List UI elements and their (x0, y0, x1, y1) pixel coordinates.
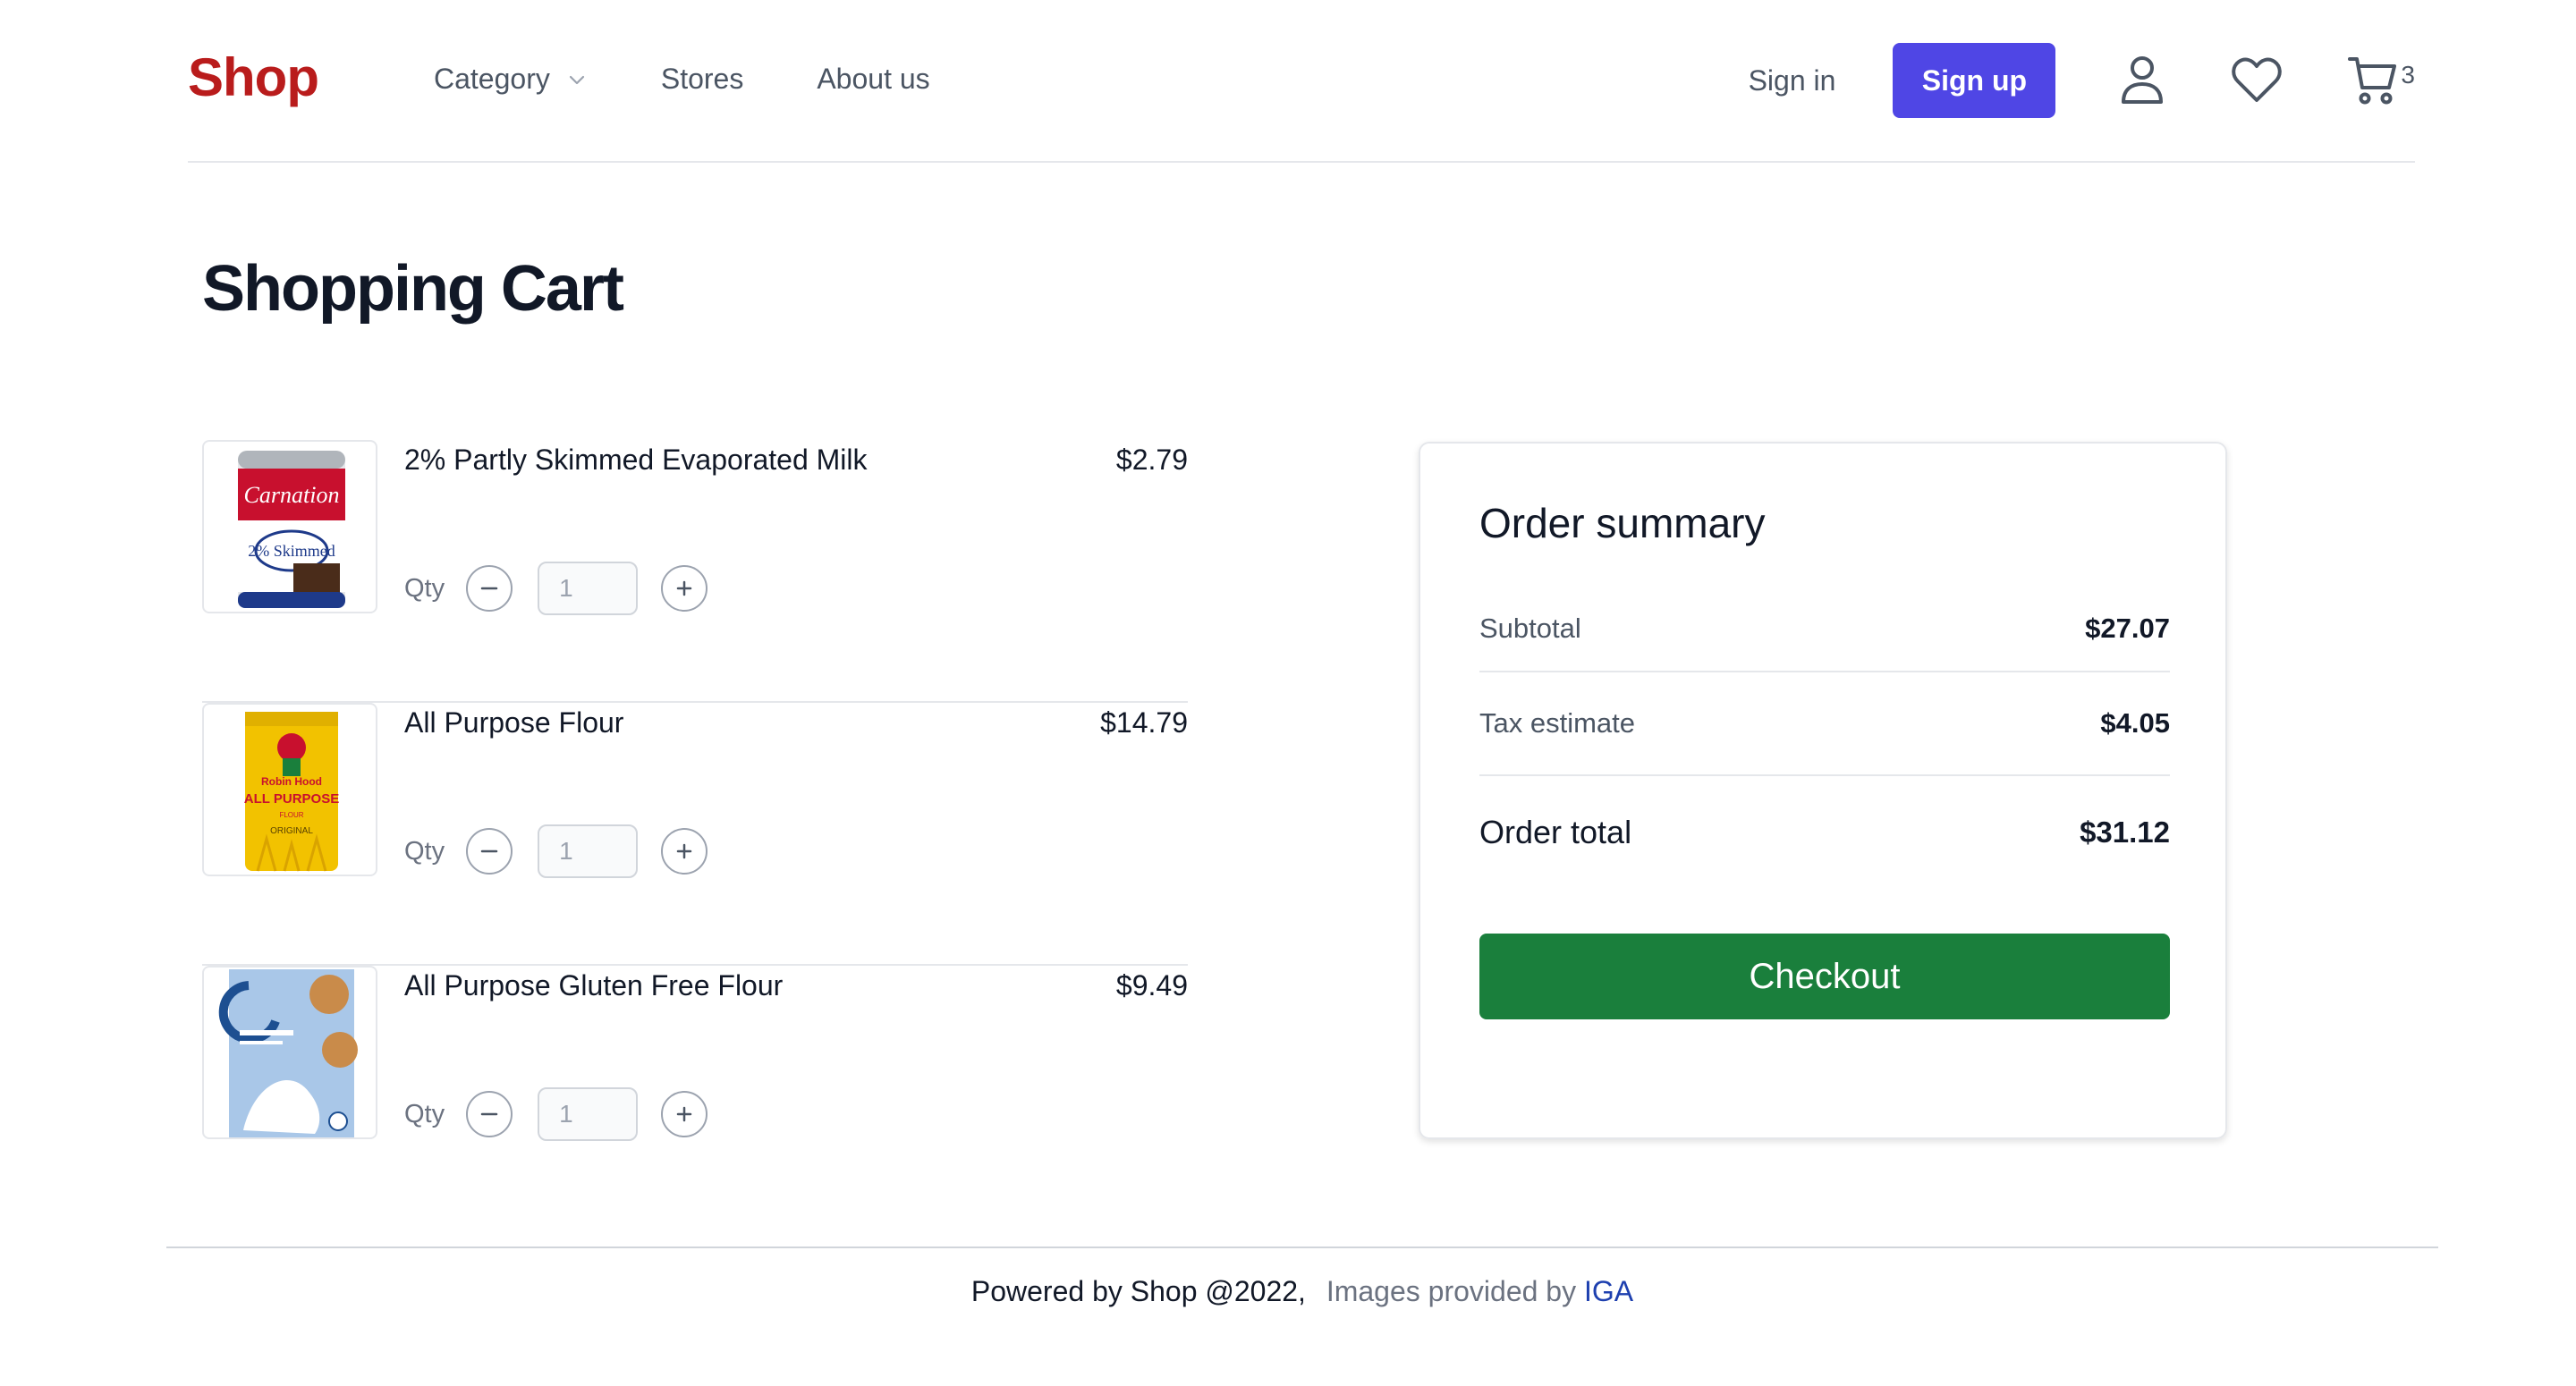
tax-value: $4.05 (2100, 707, 2170, 739)
header-actions: Sign in Sign up 3 (1749, 43, 2415, 118)
order-summary-panel: Order summary Subtotal $27.07 Tax estima… (1419, 442, 2227, 1139)
nav-about-link[interactable]: About us (817, 63, 929, 96)
order-total-row: Order total $31.12 (1479, 776, 2170, 889)
decrease-qty-button[interactable] (466, 828, 513, 875)
item-name[interactable]: All Purpose Gluten Free Flour (404, 969, 783, 1002)
cart-button[interactable]: 3 (2347, 54, 2415, 107)
svg-text:ALL PURPOSE: ALL PURPOSE (244, 791, 339, 807)
order-total-value: $31.12 (2080, 816, 2170, 849)
footer-iga-link[interactable]: IGA (1584, 1275, 1633, 1307)
wishlist-button[interactable] (2231, 57, 2283, 104)
qty-label: Qty (404, 1099, 445, 1128)
cart-item: Robin Hood ALL PURPOSE FLOUR ORIGINAL Al… (202, 703, 1188, 966)
minus-icon (480, 1112, 498, 1116)
increase-qty-button[interactable] (661, 1091, 708, 1137)
subtotal-value: $27.07 (2085, 613, 2170, 644)
minus-icon (480, 849, 498, 853)
nav-stores-link[interactable]: Stores (661, 63, 743, 96)
site-footer: Powered by Shop @2022, Images provided b… (166, 1247, 2438, 1381)
cart-item: All Purpose Gluten Free Flour $9.49 Qty (202, 966, 1188, 1229)
footer-text: Powered by Shop @2022, Images provided b… (166, 1275, 2438, 1308)
item-price: $14.79 (1100, 706, 1188, 739)
svg-text:FLOUR: FLOUR (279, 811, 303, 819)
increase-qty-button[interactable] (661, 828, 708, 875)
quantity-stepper: Qty (404, 562, 708, 615)
product-image-all-purpose-flour[interactable]: Robin Hood ALL PURPOSE FLOUR ORIGINAL (202, 703, 377, 876)
product-image-gluten-free-flour[interactable] (202, 966, 377, 1139)
quantity-stepper: Qty (404, 1087, 708, 1141)
chevron-down-icon (569, 75, 584, 84)
cart-icon (2348, 57, 2397, 105)
signin-link[interactable]: Sign in (1749, 64, 1836, 97)
account-button[interactable] (2118, 54, 2166, 107)
plus-icon (676, 1106, 692, 1122)
decrease-qty-button[interactable] (466, 1091, 513, 1137)
heart-icon (2232, 57, 2283, 102)
quantity-input[interactable] (538, 824, 639, 878)
quantity-input[interactable] (538, 1087, 639, 1141)
plus-icon (676, 843, 692, 859)
footer-images-credit: Images provided by (1326, 1275, 1577, 1307)
main-nav: Category Stores About us (434, 63, 1004, 96)
quantity-stepper: Qty (404, 824, 708, 878)
svg-text:Robin Hood: Robin Hood (261, 775, 322, 788)
tax-label: Tax estimate (1479, 707, 1636, 739)
footer-powered-by: Powered by Shop @2022, (970, 1275, 1306, 1307)
plus-icon (676, 580, 692, 596)
minus-icon (480, 587, 498, 590)
order-total-label: Order total (1479, 814, 1632, 850)
order-summary-title: Order summary (1479, 500, 1766, 546)
product-image-evaporated-milk[interactable]: Carnation 2% Skimmed (202, 440, 377, 613)
quantity-input[interactable] (538, 562, 639, 615)
svg-text:Carnation: Carnation (244, 482, 340, 508)
site-header: Shop Category Stores About us Sign in Si… (188, 0, 2415, 163)
svg-text:ORIGINAL: ORIGINAL (270, 826, 313, 836)
cart-item-list: Carnation 2% Skimmed 2% Partly Skimmed E… (202, 440, 1188, 1229)
item-price: $9.49 (1115, 969, 1188, 1001)
svg-text:2% Skimmed: 2% Skimmed (248, 542, 335, 560)
decrease-qty-button[interactable] (466, 565, 513, 612)
subtotal-row: Subtotal $27.07 (1479, 587, 2170, 672)
tax-row: Tax estimate $4.05 (1479, 672, 2170, 776)
qty-label: Qty (404, 836, 445, 866)
cart-item: Carnation 2% Skimmed 2% Partly Skimmed E… (202, 440, 1188, 703)
nav-category-dropdown[interactable]: Category (434, 63, 588, 96)
user-icon (2122, 56, 2164, 104)
signup-button[interactable]: Sign up (1893, 43, 2056, 118)
item-name[interactable]: All Purpose Flour (404, 706, 623, 739)
subtotal-label: Subtotal (1479, 613, 1581, 644)
item-price: $2.79 (1115, 444, 1188, 476)
brand-logo[interactable]: Shop (188, 46, 319, 108)
increase-qty-button[interactable] (661, 565, 708, 612)
qty-label: Qty (404, 573, 445, 603)
checkout-button[interactable]: Checkout (1479, 934, 2170, 1019)
nav-category-label: Category (434, 63, 550, 95)
item-name[interactable]: 2% Partly Skimmed Evaporated Milk (404, 444, 868, 477)
cart-count-badge: 3 (2401, 61, 2415, 89)
page-title: Shopping Cart (202, 253, 624, 325)
